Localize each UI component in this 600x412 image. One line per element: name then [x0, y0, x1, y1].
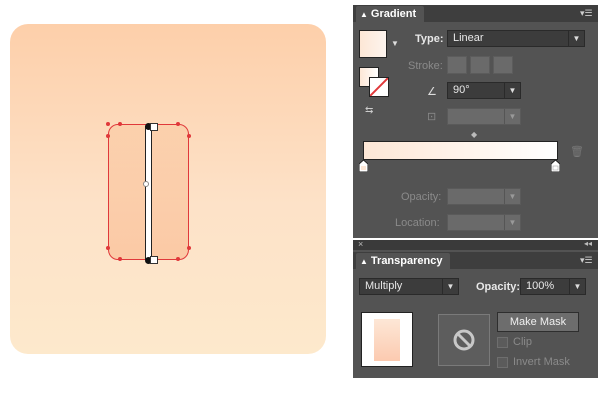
transparency-tab[interactable]: ▲ Transparency [356, 253, 451, 269]
gradient-panel: ▲ Gradient ▾☰ ▼ Type: Linear ▼ Stroke: ⇆ … [353, 5, 598, 238]
angle-icon: ∠ [427, 86, 437, 98]
chevron-down-icon: ▼ [569, 279, 585, 294]
object-thumbnail[interactable] [361, 312, 413, 367]
stroke-along-icon[interactable] [470, 56, 490, 74]
trash-icon[interactable]: 🗑 [570, 145, 584, 158]
panel-dock-strip: × ◂◂ [353, 239, 598, 250]
close-icon[interactable]: × [358, 239, 363, 249]
midpoint-diamond-icon[interactable]: ◆ [471, 130, 477, 139]
opacity-label: Opacity: [401, 191, 442, 203]
anchor-point[interactable] [106, 246, 110, 250]
stroke-within-icon[interactable] [447, 56, 467, 74]
angle-value: 90° [453, 84, 470, 96]
stop-location-field[interactable]: ▼ [447, 214, 521, 231]
opacity-value: 100% [526, 280, 555, 292]
stop-opacity-field[interactable]: ▼ [447, 188, 521, 205]
stroke-across-icon[interactable] [493, 56, 513, 74]
clip-label: Clip [513, 336, 532, 348]
fill-stroke-proxy[interactable] [359, 67, 389, 97]
no-mask-icon [453, 329, 475, 351]
chevron-down-icon: ▼ [442, 279, 458, 294]
opacity-field[interactable]: 100% ▼ [520, 278, 586, 295]
angle-field[interactable]: 90° ▼ [447, 82, 521, 99]
chevron-down-icon: ▼ [504, 83, 520, 98]
chevron-down-icon: ▼ [504, 109, 520, 124]
gradient-slider[interactable] [363, 141, 558, 160]
opacity-label: Opacity: [476, 281, 521, 293]
blend-mode-value: Multiply [365, 280, 403, 292]
color-stop-left[interactable] [358, 159, 369, 173]
anchor-point[interactable] [187, 134, 191, 138]
aspect-ratio-icon: ⊡ [427, 111, 437, 123]
anchor-point[interactable] [176, 257, 180, 261]
panel-menu-icon[interactable]: ▾☰ [580, 8, 593, 18]
reverse-gradient-icon[interactable]: ⇆ [365, 105, 381, 119]
chevron-down-icon: ▼ [504, 189, 520, 204]
none-stroke-icon [370, 78, 388, 96]
anchor-point[interactable] [106, 134, 110, 138]
swatch-menu-arrow-icon[interactable]: ▼ [391, 39, 399, 48]
type-dropdown[interactable]: Linear ▼ [447, 30, 585, 47]
transparency-panel: × ◂◂ ▲ Transparency ▾☰ Multiply ▼ Opacity… [353, 239, 598, 378]
clip-checkbox[interactable] [497, 337, 508, 348]
aspect-ratio-field[interactable]: ▼ [447, 108, 521, 125]
stroke-label: Stroke: [408, 60, 443, 72]
collapse-panels-icon[interactable]: ◂◂ [584, 239, 592, 248]
chevron-down-icon: ▼ [568, 31, 584, 46]
color-stop-right[interactable] [550, 159, 561, 173]
type-value: Linear [453, 32, 484, 44]
gradient-midpoint-handle[interactable] [143, 181, 149, 187]
blend-mode-dropdown[interactable]: Multiply ▼ [359, 278, 459, 295]
chevron-down-icon: ▼ [504, 215, 520, 230]
anchor-point[interactable] [176, 122, 180, 126]
invert-mask-checkbox[interactable] [497, 357, 508, 368]
gradient-stop-handle[interactable] [150, 123, 158, 131]
stroke-proxy[interactable] [369, 77, 389, 97]
gradient-annotator-bar[interactable] [145, 126, 152, 260]
panel-menu-icon[interactable]: ▾☰ [580, 255, 593, 265]
panel-header: ▲ Transparency ▾☰ [353, 252, 598, 269]
anchor-point[interactable] [106, 122, 110, 126]
anchor-point[interactable] [187, 246, 191, 250]
invert-mask-label: Invert Mask [513, 356, 570, 368]
gradient-tab[interactable]: ▲ Gradient [356, 6, 425, 22]
location-label: Location: [395, 217, 440, 229]
make-mask-button[interactable]: Make Mask [497, 312, 579, 332]
panel-header: ▲ Gradient ▾☰ [353, 5, 598, 22]
thumbnail-shape [374, 319, 400, 361]
collapse-arrow-icon: ▲ [360, 257, 368, 266]
anchor-point[interactable] [118, 257, 122, 261]
collapse-arrow-icon: ▲ [360, 10, 368, 19]
type-label: Type: [415, 33, 444, 45]
gradient-swatch[interactable] [359, 30, 387, 58]
mask-thumbnail[interactable] [438, 314, 490, 366]
gradient-stop-handle[interactable] [150, 256, 158, 264]
anchor-point[interactable] [118, 122, 122, 126]
